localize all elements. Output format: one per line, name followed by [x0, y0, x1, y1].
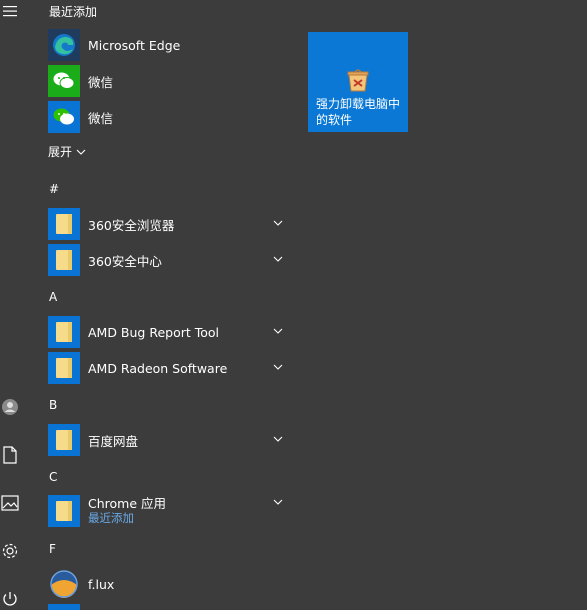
app-list: 最近添加 Microsoft Edge 微信 微信 展开 # 360安全浏览器 …: [48, 0, 288, 610]
app-360-security[interactable]: 360安全中心: [48, 243, 288, 277]
app-chrome-apps[interactable]: Chrome 应用 最近添加: [48, 494, 288, 528]
app-baidu-netdisk[interactable]: 百度网盘: [48, 423, 288, 457]
app-label: 360安全浏览器: [88, 217, 175, 233]
chevron-down-icon[interactable]: [272, 217, 284, 229]
folder-icon: [48, 352, 80, 384]
group-letter[interactable]: C: [49, 470, 57, 484]
group-letter[interactable]: F: [49, 542, 56, 556]
app-amd-radeon-software[interactable]: AMD Radeon Software: [48, 351, 288, 385]
documents-icon[interactable]: [0, 441, 20, 469]
app-label: AMD Bug Report Tool: [88, 324, 220, 340]
settings-icon[interactable]: [0, 537, 20, 565]
folder-icon: [48, 495, 80, 527]
pinned-tile-uninstaller[interactable]: 强力卸载电脑中的软件: [308, 32, 408, 132]
group-letter[interactable]: #: [49, 182, 59, 196]
recent-header: 最近添加: [49, 5, 98, 19]
uninstall-box-icon: [344, 66, 372, 94]
left-rail: [0, 0, 20, 610]
wechat-icon: [48, 101, 80, 133]
app-sublabel: 最近添加: [88, 511, 134, 525]
group-letter[interactable]: A: [49, 290, 57, 304]
next-app-tile-partial[interactable]: [48, 604, 80, 610]
app-amd-bug-report-tool[interactable]: AMD Bug Report Tool: [48, 315, 288, 349]
chevron-down-icon[interactable]: [272, 361, 284, 373]
expand-button[interactable]: 展开: [48, 143, 86, 160]
app-label: Chrome 应用: [88, 496, 167, 511]
chevron-down-icon[interactable]: [272, 253, 284, 265]
group-letter[interactable]: B: [49, 398, 57, 412]
app-wechat-2[interactable]: 微信: [48, 100, 288, 134]
wechat-icon: [48, 65, 80, 97]
start-menu: 最近添加 Microsoft Edge 微信 微信 展开 # 360安全浏览器 …: [0, 0, 587, 610]
app-label: AMD Radeon Software: [88, 360, 228, 376]
expand-label: 展开: [48, 145, 73, 159]
app-label: f.lux: [88, 576, 115, 592]
pictures-icon[interactable]: [0, 489, 20, 517]
chevron-down-icon[interactable]: [272, 496, 284, 508]
app-label: Microsoft Edge: [88, 37, 181, 53]
app-flux[interactable]: f.lux: [48, 567, 288, 601]
app-label: 微信: [88, 74, 114, 90]
app-label: 百度网盘: [88, 433, 139, 449]
app-wechat[interactable]: 微信: [48, 64, 288, 98]
folder-icon: [48, 244, 80, 276]
chevron-down-icon: [76, 149, 86, 155]
tile-label: 强力卸载电脑中的软件: [316, 97, 401, 127]
user-icon[interactable]: [0, 393, 20, 421]
chevron-down-icon[interactable]: [272, 325, 284, 337]
edge-icon: [48, 29, 80, 61]
flux-icon: [48, 568, 80, 600]
power-icon[interactable]: [0, 585, 20, 610]
menu-icon[interactable]: [0, 0, 20, 25]
app-label: 360安全中心: [88, 253, 162, 269]
folder-icon: [48, 208, 80, 240]
chevron-down-icon[interactable]: [272, 433, 284, 445]
folder-icon: [48, 424, 80, 456]
folder-icon: [48, 316, 80, 348]
app-label: 微信: [88, 110, 114, 126]
app-microsoft-edge[interactable]: Microsoft Edge: [48, 28, 288, 62]
app-360-browser[interactable]: 360安全浏览器: [48, 207, 288, 241]
